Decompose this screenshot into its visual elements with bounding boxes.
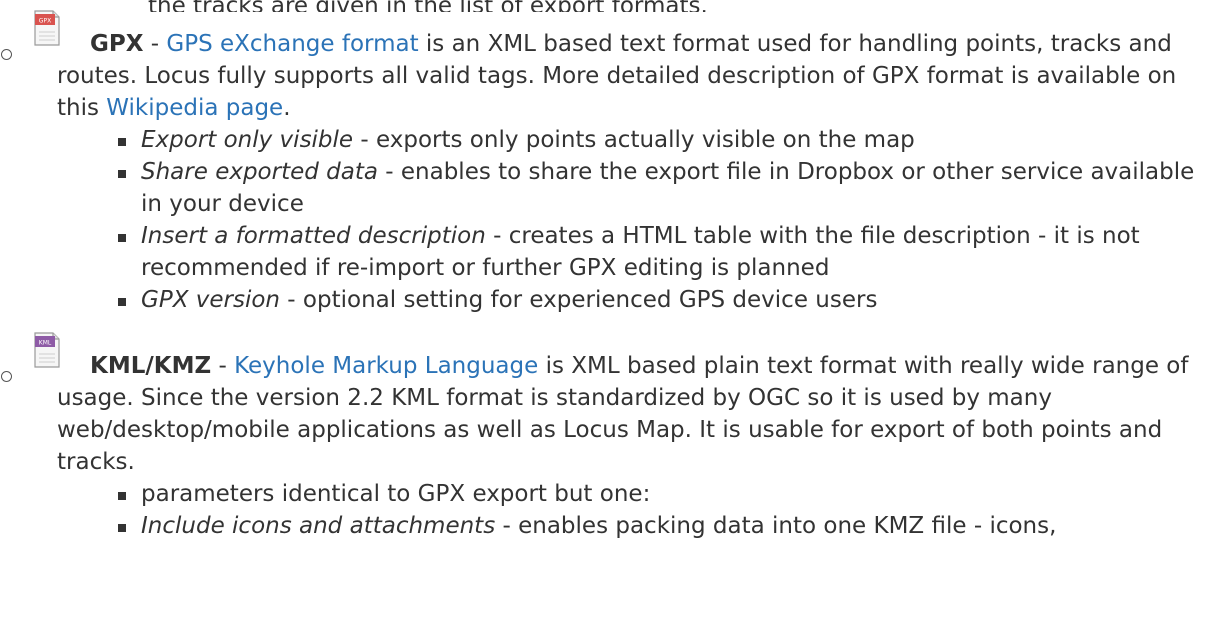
list-bullet (1, 49, 12, 60)
keyhole-markup-language-link[interactable]: Keyhole Markup Language (234, 353, 538, 379)
top-partial-line: the tracks are given in the list of expo… (148, 0, 708, 12)
wikipedia-page-link[interactable]: Wikipedia page (106, 95, 283, 121)
list-item: Share exported data - enables to share t… (118, 156, 1197, 220)
gps-exchange-format-link[interactable]: GPS eXchange format (166, 31, 418, 57)
list-bullet (1, 371, 12, 382)
format-description: GPX - GPS eXchange format is an XML base… (57, 31, 1177, 121)
gpx-options-list: Export only visible - exports only point… (118, 124, 1197, 316)
kml-options-list: parameters identical to GPX export but o… (118, 478, 1197, 542)
format-description: KML/KMZ - Keyhole Markup Language is XML… (57, 353, 1189, 475)
format-item-kml: KML KML/KMZ - Keyhole Markup Language is… (1, 332, 1197, 542)
svg-text:GPX: GPX (39, 18, 51, 25)
gpx-file-icon: GPX (34, 10, 60, 46)
svg-text:KML: KML (39, 340, 52, 347)
format-item-gpx: GPX GPX - GPS eXchange format is an XML … (1, 10, 1197, 316)
list-item: parameters identical to GPX export but o… (118, 478, 1197, 510)
format-name: GPX (90, 31, 144, 57)
list-item: GPX version - optional setting for exper… (118, 284, 1197, 316)
list-item: Export only visible - exports only point… (118, 124, 1197, 156)
kml-file-icon: KML (34, 332, 60, 368)
list-item: Insert a formatted description - creates… (118, 220, 1197, 284)
format-name: KML/KMZ (90, 353, 212, 379)
list-item: Include icons and attachments - enables … (118, 510, 1197, 542)
